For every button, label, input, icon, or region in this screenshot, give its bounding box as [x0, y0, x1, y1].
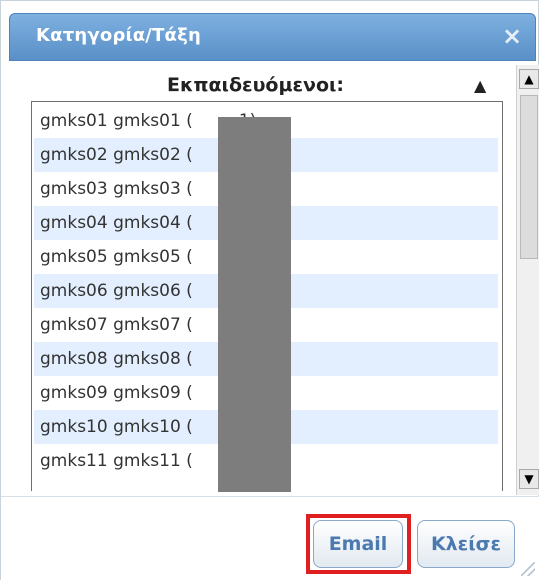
resize-grip-icon[interactable]: [521, 562, 535, 576]
list-item-name: gmks10 gmks10 (: [40, 417, 193, 437]
list-item-name: gmks06 gmks06 (: [40, 281, 193, 301]
list-item-name: gmks09 gmks09 (: [40, 383, 193, 403]
list-item-name: gmks05 gmks05 (: [40, 247, 193, 267]
list-item-name: gmks03 gmks03 (: [40, 179, 193, 199]
list-item-name: gmks04 gmks04 (: [40, 213, 193, 233]
list-item-name: gmks08 gmks08 (: [40, 349, 193, 369]
redaction-block: [218, 117, 291, 492]
list-item-name: gmks01 gmks01 (: [40, 111, 193, 131]
list-item-name: gmks07 gmks07 (: [40, 315, 193, 335]
list-item-name: gmks02 gmks02 (: [40, 145, 193, 165]
list-scrollbar[interactable]: ▲ ▼: [516, 65, 539, 495]
close-button[interactable]: Κλείσε: [417, 520, 515, 568]
dialog-titlebar[interactable]: Κατηγορία/Τάξη ×: [9, 13, 536, 61]
dialog-title: Κατηγορία/Τάξη: [36, 25, 201, 46]
scrollbar-thumb[interactable]: [520, 95, 538, 259]
scroll-down-icon[interactable]: ▼: [519, 469, 539, 489]
scroll-up-icon[interactable]: ▲: [519, 69, 539, 89]
dialog: Κατηγορία/Τάξη × Εκπαιδευόμενοι: ▲ gmks0…: [0, 0, 539, 581]
list-header-label: Εκπαιδευόμενοι:: [167, 74, 345, 96]
list-header: Εκπαιδευόμενοι: ▲: [9, 71, 509, 101]
close-icon[interactable]: ×: [499, 23, 525, 49]
list-item-name: gmks11 gmks11 (: [40, 451, 193, 471]
sort-ascending-icon[interactable]: ▲: [474, 76, 486, 95]
email-button[interactable]: Email: [313, 520, 403, 568]
